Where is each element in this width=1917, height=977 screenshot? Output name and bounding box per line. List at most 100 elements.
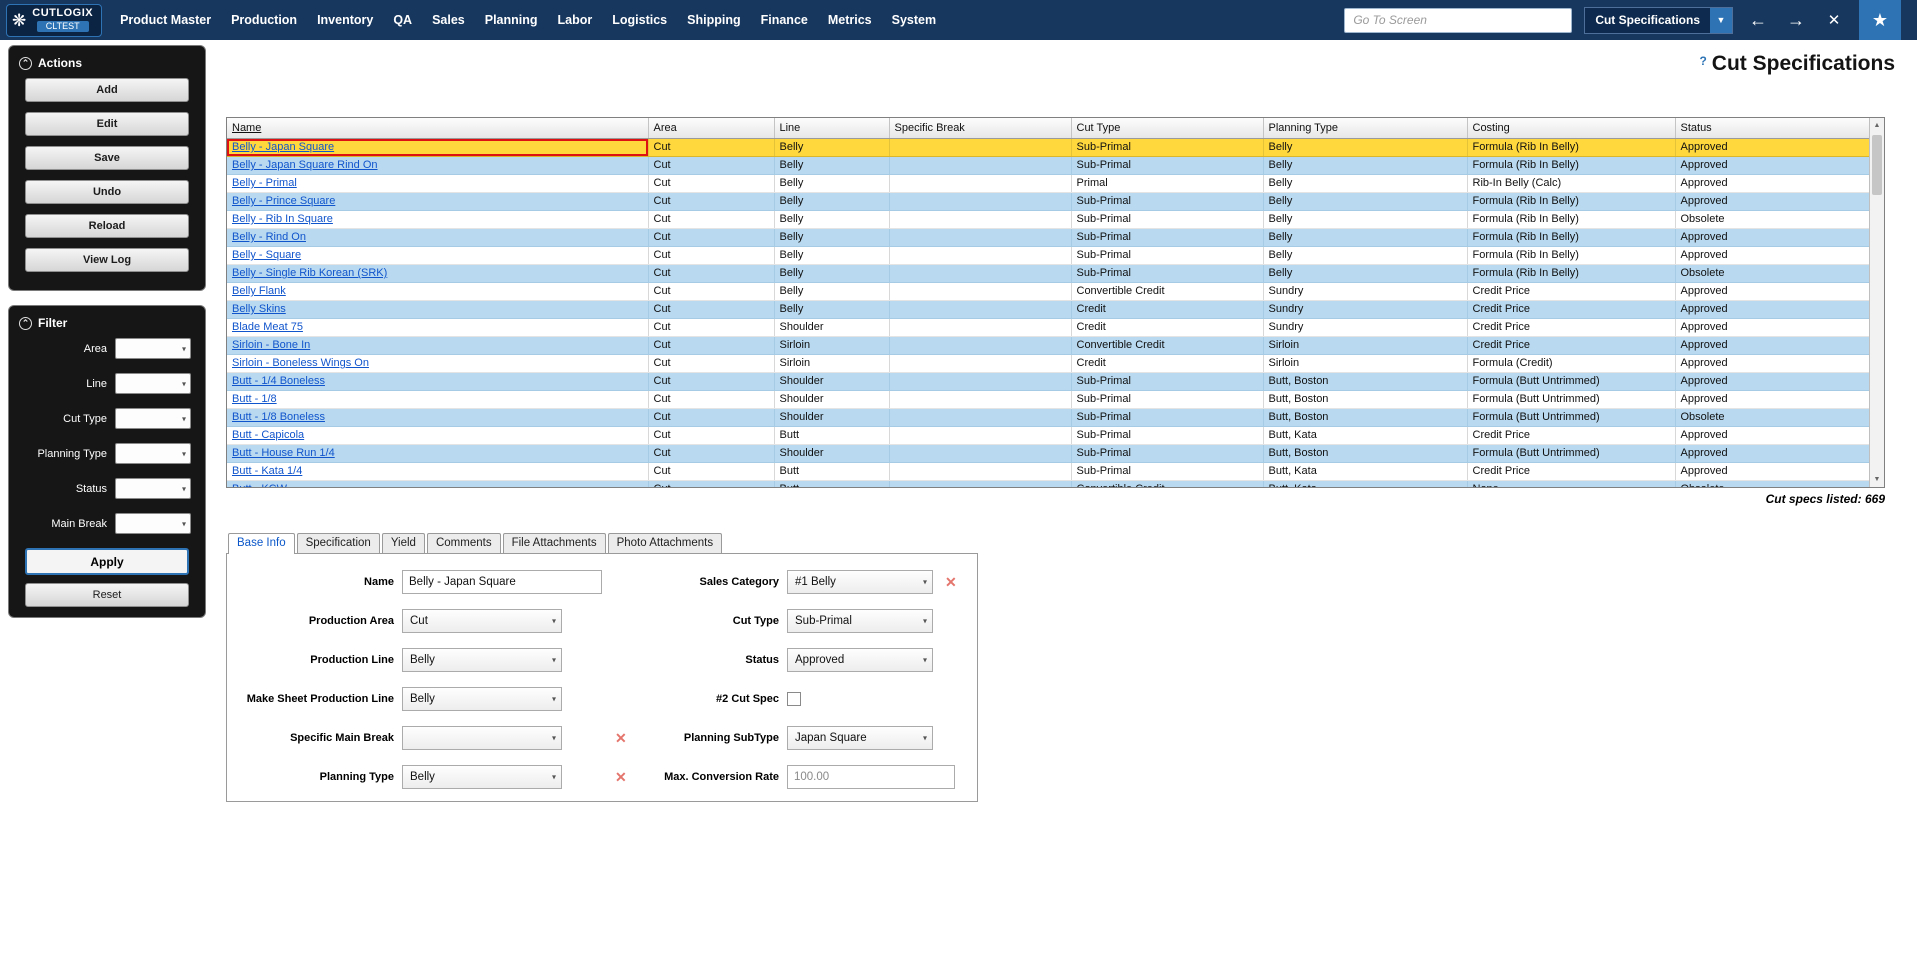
column-header-line[interactable]: Line bbox=[774, 118, 890, 139]
specific-main-break-dropdown[interactable]: ▾ bbox=[402, 726, 562, 750]
spec-link[interactable]: Butt - 1/8 Boneless bbox=[232, 411, 325, 423]
forward-button[interactable]: → bbox=[1783, 10, 1809, 31]
tab-base-info[interactable]: Base Info bbox=[228, 533, 295, 554]
table-row[interactable]: Belly Skins Cut Belly Credit Sundry Credit Pr… bbox=[227, 300, 1870, 319]
name-input[interactable] bbox=[402, 570, 602, 594]
action-button-add[interactable]: Add bbox=[25, 78, 189, 102]
action-button-edit[interactable]: Edit bbox=[25, 112, 189, 136]
spec-link[interactable]: Belly - Square bbox=[232, 249, 301, 261]
spec-link[interactable]: Blade Meat 75 bbox=[232, 321, 303, 333]
column-header-planning-type[interactable]: Planning Type bbox=[1263, 118, 1468, 139]
production-line-dropdown[interactable]: Belly ▾ bbox=[402, 648, 562, 672]
table-row[interactable]: Belly - Japan Square Rind On Cut Belly Sub-… bbox=[227, 156, 1870, 175]
cut-spec-2-checkbox[interactable] bbox=[787, 692, 801, 706]
tab-comments[interactable]: Comments bbox=[426, 533, 501, 553]
table-row[interactable]: Sirloin - Boneless Wings On Cut Sirloin Cre… bbox=[227, 354, 1870, 373]
menu-item-inventory[interactable]: Inventory bbox=[307, 0, 383, 40]
table-row[interactable]: Butt - KCW CutButt Convertible CreditButt,… bbox=[227, 480, 1870, 487]
back-button[interactable]: ← bbox=[1745, 10, 1771, 31]
sales-category-clear-icon[interactable]: ✕ bbox=[945, 575, 957, 589]
cut-type-dropdown[interactable]: Sub-Primal ▾ bbox=[787, 609, 933, 633]
favorite-button[interactable]: ★ bbox=[1859, 0, 1901, 40]
spec-link[interactable]: Belly - Japan Square Rind On bbox=[232, 159, 378, 171]
spec-link[interactable]: Belly Skins bbox=[232, 303, 286, 315]
tab-file-attachments[interactable]: File Attachments bbox=[502, 533, 606, 553]
tab-photo-attachments[interactable]: Photo Attachments bbox=[607, 533, 723, 553]
column-header-cut-type[interactable]: Cut Type bbox=[1071, 118, 1264, 139]
table-row[interactable]: Belly - Rib In Square Cut Belly Sub-Primal B… bbox=[227, 210, 1870, 229]
spec-link[interactable]: Belly - Single Rib Korean (SRK) bbox=[232, 267, 387, 279]
table-row[interactable]: Butt - Capicola Cut Butt Sub-Primal Butt, Ka… bbox=[227, 426, 1870, 445]
apply-button[interactable]: Apply bbox=[25, 548, 189, 575]
spec-link[interactable]: Butt - 1/4 Boneless bbox=[232, 375, 325, 387]
spec-link[interactable]: Belly - Rind On bbox=[232, 231, 306, 243]
spec-link[interactable]: Sirloin - Boneless Wings On bbox=[232, 357, 369, 369]
production-area-dropdown[interactable]: Cut ▾ bbox=[402, 609, 562, 633]
collapse-icon[interactable]: ⌃ bbox=[19, 316, 32, 330]
planning-type-dropdown[interactable]: Belly ▾ bbox=[402, 765, 562, 789]
spec-link[interactable]: Butt - 1/8 bbox=[232, 393, 277, 405]
table-row[interactable]: Belly - Japan Square Cut Belly Sub-Primal Be… bbox=[227, 138, 1870, 157]
menu-item-finance[interactable]: Finance bbox=[751, 0, 818, 40]
action-button-save[interactable]: Save bbox=[25, 146, 189, 170]
spec-link[interactable]: Butt - Kata 1/4 bbox=[232, 465, 302, 477]
menu-item-logistics[interactable]: Logistics bbox=[602, 0, 677, 40]
table-row[interactable]: Belly - Single Rib Korean (SRK) Cut Belly S… bbox=[227, 264, 1870, 283]
make-sheet-production-line-dropdown[interactable]: Belly ▾ bbox=[402, 687, 562, 711]
collapse-icon[interactable]: ⌃ bbox=[19, 56, 32, 70]
spec-link[interactable]: Belly - Japan Square bbox=[232, 141, 334, 153]
spec-link[interactable]: Belly - Primal bbox=[232, 177, 297, 189]
table-row[interactable]: Belly Flank Cut Belly Convertible Credit Sun… bbox=[227, 282, 1870, 301]
goto-screen-input[interactable] bbox=[1344, 7, 1573, 33]
filter-dropdown-status[interactable]: ▾ bbox=[115, 478, 191, 499]
spec-link[interactable]: Sirloin - Bone In bbox=[232, 339, 310, 351]
tab-yield[interactable]: Yield bbox=[381, 533, 425, 553]
scrollbar-thumb[interactable] bbox=[1872, 135, 1882, 195]
spec-link[interactable]: Butt - House Run 1/4 bbox=[232, 447, 335, 459]
vertical-scrollbar[interactable]: ▲ ▼ bbox=[1869, 118, 1884, 487]
status-dropdown[interactable]: Approved ▾ bbox=[787, 648, 933, 672]
specific-main-break-clear-icon[interactable]: ✕ bbox=[615, 731, 627, 745]
menu-item-sales[interactable]: Sales bbox=[422, 0, 475, 40]
filter-dropdown-main-break[interactable]: ▾ bbox=[115, 513, 191, 534]
table-row[interactable]: Butt - 1/4 Boneless Cut Shoulder Sub-Primal… bbox=[227, 372, 1870, 391]
filter-dropdown-line[interactable]: ▾ bbox=[115, 373, 191, 394]
action-button-undo[interactable]: Undo bbox=[25, 180, 189, 204]
planning-subtype-dropdown[interactable]: Japan Square ▾ bbox=[787, 726, 933, 750]
menu-item-shipping[interactable]: Shipping bbox=[677, 0, 750, 40]
menu-item-product-master[interactable]: Product Master bbox=[110, 0, 221, 40]
column-header-specific-break[interactable]: Specific Break bbox=[889, 118, 1072, 139]
spec-link[interactable]: Butt - KCW bbox=[232, 483, 287, 487]
tab-specification[interactable]: Specification bbox=[296, 533, 380, 553]
reset-button[interactable]: Reset bbox=[25, 583, 189, 607]
menu-item-production[interactable]: Production bbox=[221, 0, 307, 40]
spec-link[interactable]: Belly - Prince Square bbox=[232, 195, 335, 207]
filter-dropdown-planning-type[interactable]: ▾ bbox=[115, 443, 191, 464]
spec-link[interactable]: Belly Flank bbox=[232, 285, 286, 297]
filter-dropdown-area[interactable]: ▾ bbox=[115, 338, 191, 359]
table-row[interactable]: Belly - Square Cut Belly Sub-Primal Belly For… bbox=[227, 246, 1870, 265]
table-row[interactable]: Butt - House Run 1/4 Cut Shoulder Sub-Prima… bbox=[227, 444, 1870, 463]
table-row[interactable]: Butt - Kata 1/4 Cut Butt Sub-Primal Butt, Ka… bbox=[227, 462, 1870, 481]
help-icon[interactable]: ? bbox=[1699, 54, 1706, 68]
menu-item-metrics[interactable]: Metrics bbox=[818, 0, 882, 40]
max-conversion-rate-input[interactable] bbox=[787, 765, 955, 789]
scroll-up-icon[interactable]: ▲ bbox=[1870, 118, 1884, 133]
screen-selector-dropdown[interactable]: Cut Specifications ▼ bbox=[1584, 6, 1733, 34]
column-header-name[interactable]: Name bbox=[227, 118, 649, 139]
action-button-view-log[interactable]: View Log bbox=[25, 248, 189, 272]
spec-link[interactable]: Butt - Capicola bbox=[232, 429, 304, 441]
menu-item-system[interactable]: System bbox=[882, 0, 946, 40]
planning-type-clear-icon[interactable]: ✕ bbox=[615, 770, 627, 784]
table-row[interactable]: Butt - 1/8 Cut Shoulder Sub-Primal Butt, Bos… bbox=[227, 390, 1870, 409]
filter-dropdown-cut-type[interactable]: ▾ bbox=[115, 408, 191, 429]
menu-item-planning[interactable]: Planning bbox=[475, 0, 548, 40]
table-row[interactable]: Blade Meat 75 Cut Shoulder Credit Sundry Cred… bbox=[227, 318, 1870, 337]
table-row[interactable]: Belly - Prince Square Cut Belly Sub-Primal B… bbox=[227, 192, 1870, 211]
close-button[interactable]: ✕ bbox=[1821, 11, 1847, 29]
table-row[interactable]: Belly - Rind On Cut Belly Sub-Primal Belly Fo… bbox=[227, 228, 1870, 247]
table-row[interactable]: Sirloin - Bone In Cut Sirloin Convertible C… bbox=[227, 336, 1870, 355]
table-row[interactable]: Belly - Primal Cut Belly Primal Belly Rib-In … bbox=[227, 174, 1870, 193]
spec-link[interactable]: Belly - Rib In Square bbox=[232, 213, 333, 225]
column-header-area[interactable]: Area bbox=[648, 118, 775, 139]
